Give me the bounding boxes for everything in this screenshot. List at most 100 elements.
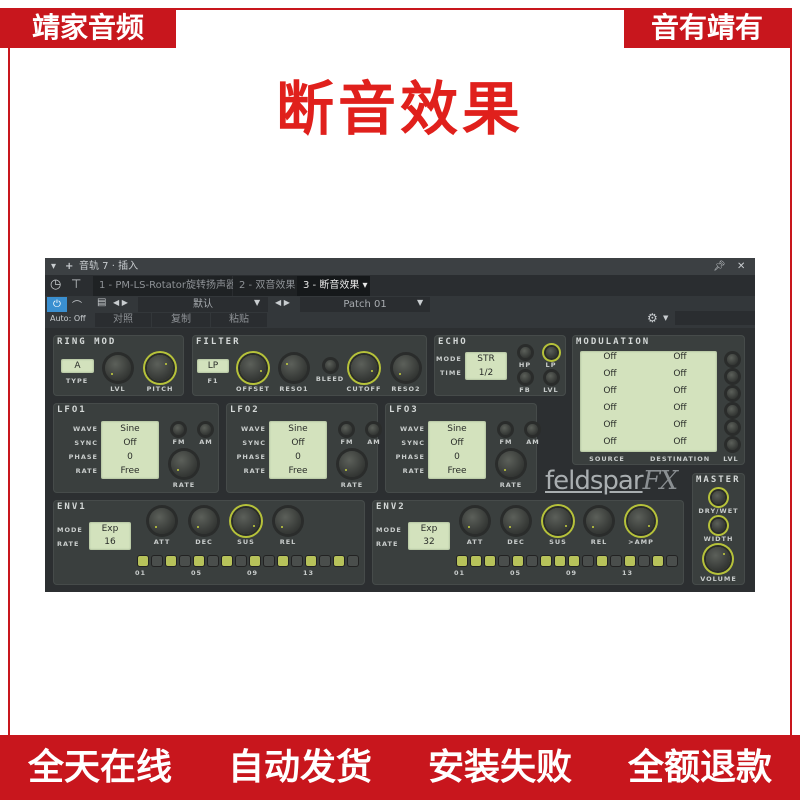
env-rate-value[interactable]: 16: [89, 536, 131, 549]
step-button-5[interactable]: [194, 556, 204, 566]
collapse-icon[interactable]: ▾: [51, 258, 56, 275]
compare-icon[interactable]: ⌒: [72, 297, 82, 312]
mod-destination-6[interactable]: Off: [660, 437, 700, 447]
step-button-5[interactable]: [513, 556, 523, 566]
am-knob[interactable]: [527, 424, 538, 435]
reso1-knob[interactable]: [281, 355, 307, 381]
lfo-rate-value[interactable]: Free: [269, 464, 327, 478]
power-button[interactable]: ⏻: [47, 297, 67, 312]
reso2-knob[interactable]: [393, 355, 419, 381]
am-knob[interactable]: [368, 424, 379, 435]
lfo-sync-value[interactable]: Off: [428, 436, 486, 450]
step-button-4[interactable]: [180, 556, 190, 566]
mod-lvl-knob[interactable]: [727, 405, 738, 416]
mod-destination-3[interactable]: Off: [660, 386, 700, 396]
auto-status[interactable]: Auto: Off: [50, 314, 86, 323]
gear-icon[interactable]: ⚙: [647, 311, 658, 325]
step-button-7[interactable]: [222, 556, 232, 566]
mod-destination-1[interactable]: Off: [660, 352, 700, 362]
am-knob[interactable]: [200, 424, 211, 435]
step-button-9[interactable]: [569, 556, 579, 566]
mod-source-3[interactable]: Off: [590, 386, 630, 396]
echo-display[interactable]: STR 1/2: [465, 352, 507, 380]
step-button-8[interactable]: [236, 556, 246, 566]
step-button-11[interactable]: [597, 556, 607, 566]
lfo-sync-value[interactable]: Off: [101, 436, 159, 450]
chevron-down-icon[interactable]: ▼: [254, 298, 260, 307]
hp-knob[interactable]: [520, 347, 531, 358]
routing-knob-icon[interactable]: ◷: [50, 277, 61, 292]
close-icon[interactable]: ✕: [737, 258, 745, 275]
mod-destination-4[interactable]: Off: [660, 403, 700, 413]
add-icon[interactable]: +: [65, 258, 73, 275]
step-button-15[interactable]: [653, 556, 663, 566]
pitch-knob[interactable]: [147, 355, 173, 381]
compare-button[interactable]: 对照: [95, 313, 151, 327]
rel-knob[interactable]: [586, 508, 612, 534]
pin-icon[interactable]: 📌︎: [713, 258, 726, 275]
env-mode-value[interactable]: Exp: [89, 523, 131, 536]
sus-knob[interactable]: [545, 508, 571, 534]
step-button-10[interactable]: [583, 556, 593, 566]
mod-source-5[interactable]: Off: [590, 420, 630, 430]
step-button-15[interactable]: [334, 556, 344, 566]
fm-knob[interactable]: [500, 424, 511, 435]
echo-time-value[interactable]: 1/2: [465, 366, 507, 380]
lfo-rate-value[interactable]: Free: [428, 464, 486, 478]
dec-knob[interactable]: [191, 508, 217, 534]
fb-knob[interactable]: [520, 372, 531, 383]
step-button-16[interactable]: [348, 556, 358, 566]
step-button-6[interactable]: [208, 556, 218, 566]
mod-lvl-knob[interactable]: [727, 422, 738, 433]
mod-lvl-knob[interactable]: [727, 354, 738, 365]
echo-mode-value[interactable]: STR: [465, 352, 507, 366]
copy-button[interactable]: 复制: [152, 313, 210, 327]
dec-knob[interactable]: [503, 508, 529, 534]
lfo-wave-value[interactable]: Sine: [269, 422, 327, 436]
att-knob[interactable]: [149, 508, 175, 534]
chevron-down-icon[interactable]: ▼: [417, 298, 423, 307]
dry-wet-knob[interactable]: [712, 491, 725, 504]
preset-select[interactable]: 默认: [138, 297, 268, 312]
lfo-phase-value[interactable]: 0: [269, 450, 327, 464]
lfo-wave-value[interactable]: Sine: [101, 422, 159, 436]
step-button-13[interactable]: [306, 556, 316, 566]
tab-plugin-3[interactable]: 3 - 断音效果 ▾: [297, 276, 370, 296]
lfo-phase-value[interactable]: 0: [101, 450, 159, 464]
step-button-2[interactable]: [152, 556, 162, 566]
step-button-6[interactable]: [527, 556, 537, 566]
step-button-4[interactable]: [499, 556, 509, 566]
mod-destination-5[interactable]: Off: [660, 420, 700, 430]
step-button-8[interactable]: [555, 556, 565, 566]
rel-knob[interactable]: [275, 508, 301, 534]
prev-preset-icon[interactable]: ◀ ▶: [113, 298, 128, 307]
lfo-rate-knob[interactable]: [171, 451, 197, 477]
mod-source-6[interactable]: Off: [590, 437, 630, 447]
step-button-7[interactable]: [541, 556, 551, 566]
step-button-10[interactable]: [264, 556, 274, 566]
lfo-rate-knob[interactable]: [498, 451, 524, 477]
env-mode-value[interactable]: Exp: [408, 523, 450, 536]
fm-knob[interactable]: [341, 424, 352, 435]
step-button-14[interactable]: [320, 556, 330, 566]
step-button-1[interactable]: [138, 556, 148, 566]
mod-lvl-knob[interactable]: [727, 388, 738, 399]
lfo-rate-knob[interactable]: [339, 451, 365, 477]
step-button-1[interactable]: [457, 556, 467, 566]
lfo-wave-value[interactable]: Sine: [428, 422, 486, 436]
lfo-phase-value[interactable]: 0: [428, 450, 486, 464]
step-button-11[interactable]: [278, 556, 288, 566]
step-button-9[interactable]: [250, 556, 260, 566]
width-knob[interactable]: [712, 519, 725, 532]
fm-knob[interactable]: [173, 424, 184, 435]
network-icon[interactable]: ⊤: [71, 277, 81, 291]
options-field[interactable]: [675, 311, 755, 325]
mod-lvl-knob[interactable]: [727, 439, 738, 450]
step-button-13[interactable]: [625, 556, 635, 566]
att-knob[interactable]: [462, 508, 488, 534]
amp-knob[interactable]: [628, 508, 654, 534]
step-button-12[interactable]: [292, 556, 302, 566]
filter-type[interactable]: LP: [197, 359, 229, 373]
mod-source-2[interactable]: Off: [590, 369, 630, 379]
file-icon[interactable]: ▤: [97, 297, 106, 308]
